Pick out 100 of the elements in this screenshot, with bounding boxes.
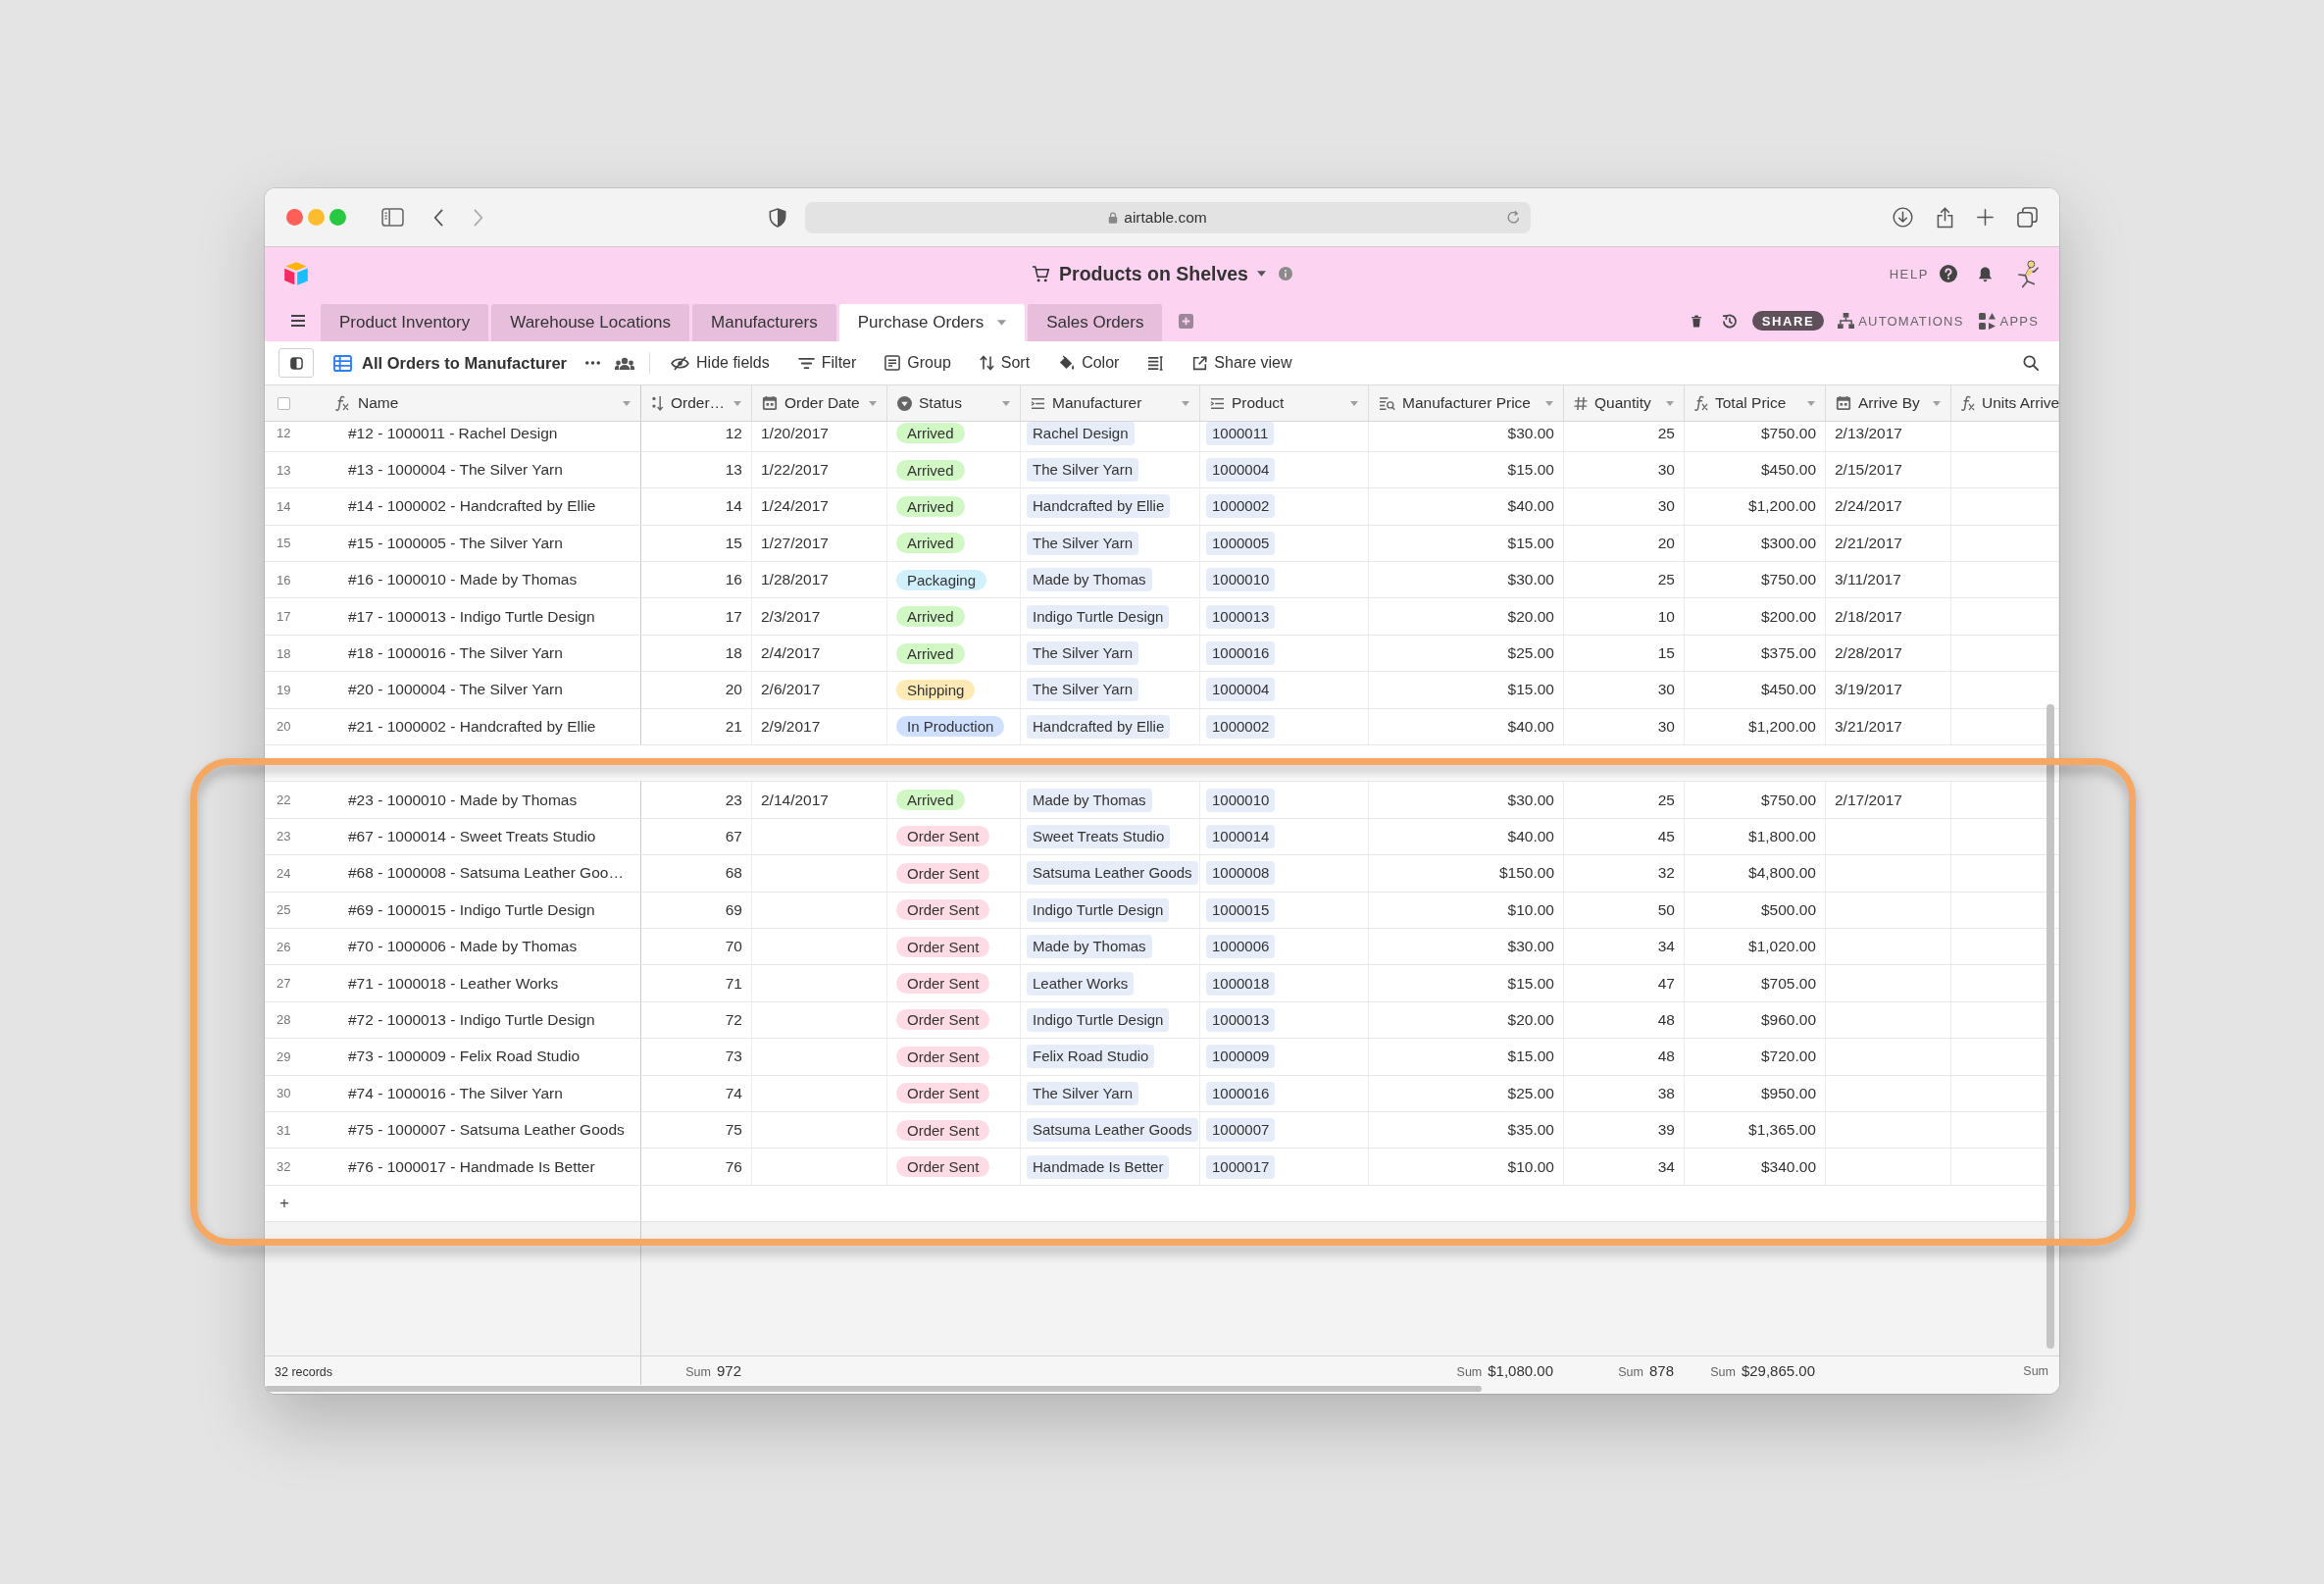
column-header[interactable]: Quantity [1564, 385, 1685, 421]
caret-icon[interactable] [623, 400, 631, 406]
bell-icon[interactable] [1977, 265, 1994, 282]
column-header[interactable]: Order… [641, 385, 752, 421]
record-chip[interactable]: 1000014 [1206, 825, 1276, 848]
record-chip[interactable]: 1000015 [1206, 897, 1276, 922]
horizontal-scrollbar[interactable] [265, 1386, 1482, 1392]
more-icon[interactable] [585, 361, 601, 365]
record-chip[interactable]: The Silver Yarn [1027, 458, 1138, 483]
caret-icon[interactable] [869, 400, 877, 406]
record-chip[interactable]: 1000017 [1206, 1154, 1276, 1179]
record-chip[interactable]: 1000004 [1206, 458, 1276, 483]
record-chip[interactable]: Handmade Is Better [1027, 1154, 1170, 1179]
record-chip[interactable]: 1000013 [1206, 604, 1276, 629]
record-chip[interactable]: 1000010 [1206, 568, 1276, 592]
info-icon[interactable] [1278, 267, 1292, 281]
record-chip[interactable]: Made by Thomas [1027, 568, 1152, 592]
base-title-button[interactable]: Products on Shelves [1059, 262, 1266, 285]
tabs-icon[interactable] [2017, 207, 2038, 228]
caret-icon[interactable] [1545, 400, 1553, 406]
record-chip[interactable]: 1000006 [1206, 935, 1276, 959]
group-button[interactable]: Group [884, 354, 951, 372]
record-chip[interactable]: 1000009 [1206, 1045, 1276, 1069]
view-name-button[interactable]: All Orders to Manufacturer [362, 353, 568, 373]
zoom-button[interactable] [329, 209, 346, 226]
record-chip[interactable]: 1000018 [1206, 971, 1276, 996]
caret-icon[interactable] [1350, 400, 1358, 406]
history-icon[interactable] [1720, 312, 1738, 330]
record-chip[interactable]: 1000004 [1206, 678, 1276, 702]
share-button[interactable]: SHARE [1751, 311, 1825, 331]
sidebar-toggle-button[interactable] [278, 348, 314, 378]
record-chip[interactable]: Indigo Turtle Design [1027, 897, 1170, 922]
record-chip[interactable]: Leather Works [1027, 971, 1135, 996]
column-header[interactable]: Name [335, 385, 640, 421]
record-chip[interactable]: Handcrafted by Ellie [1027, 714, 1171, 739]
share-view-button[interactable]: Share view [1192, 354, 1292, 372]
address-field[interactable]: airtable.com [805, 201, 1531, 233]
table-tab[interactable]: Warehouse Locations [491, 304, 690, 341]
sidebar-icon[interactable] [381, 208, 404, 227]
record-chip[interactable]: 1000011 [1206, 422, 1275, 445]
column-header[interactable]: Total Price [1685, 385, 1826, 421]
record-chip[interactable]: Indigo Turtle Design [1027, 604, 1170, 629]
record-chip[interactable]: 1000005 [1206, 531, 1276, 555]
apps-button[interactable]: APPS [1978, 312, 2039, 330]
column-header[interactable]: Units Arrive [1951, 385, 2059, 421]
add-table-icon[interactable] [1179, 313, 1194, 329]
record-chip[interactable]: Handcrafted by Ellie [1027, 494, 1171, 519]
people-icon[interactable] [615, 356, 635, 370]
logo-icon[interactable] [283, 261, 309, 286]
filter-button[interactable]: Filter [797, 354, 857, 372]
table-tab[interactable]: Manufacturers [692, 304, 836, 341]
column-header[interactable]: Order Date [752, 385, 887, 421]
record-chip[interactable]: Sweet Treats Studio [1027, 825, 1171, 848]
column-header[interactable]: Manufacturer [1021, 385, 1200, 421]
record-chip[interactable]: Made by Thomas [1027, 788, 1152, 812]
reload-icon[interactable] [1506, 210, 1521, 225]
column-header[interactable]: Arrive By [1826, 385, 1951, 421]
share-icon[interactable] [1937, 206, 1953, 229]
record-chip[interactable]: 1000002 [1206, 494, 1276, 519]
record-chip[interactable]: The Silver Yarn [1027, 1081, 1138, 1105]
vertical-scrollbar[interactable] [2046, 704, 2054, 1349]
caret-icon[interactable] [1933, 400, 1941, 406]
table-tab[interactable]: Product Inventory [321, 304, 489, 341]
automations-button[interactable]: AUTOMATIONS [1838, 313, 1964, 329]
hide-fields-button[interactable]: Hide fields [671, 354, 770, 372]
add-row-button[interactable]: + [279, 1193, 289, 1213]
caret-icon[interactable] [1666, 400, 1674, 406]
close-button[interactable] [286, 209, 303, 226]
select-all-checkbox[interactable] [278, 396, 290, 410]
record-chip[interactable]: The Silver Yarn [1027, 531, 1138, 555]
minimize-button[interactable] [308, 209, 325, 226]
back-icon[interactable] [433, 208, 443, 227]
record-chip[interactable]: The Silver Yarn [1027, 678, 1138, 702]
record-chip[interactable]: The Silver Yarn [1027, 641, 1138, 666]
search-icon[interactable] [2023, 355, 2039, 371]
help-button[interactable]: HELP [1889, 265, 1957, 282]
row-height-button[interactable] [1147, 355, 1165, 371]
column-header[interactable]: Status [887, 385, 1021, 421]
sort-button[interactable]: Sort [979, 354, 1031, 372]
record-chip[interactable]: Made by Thomas [1027, 935, 1152, 959]
record-chip[interactable]: 1000016 [1206, 641, 1276, 666]
record-chip[interactable]: 1000007 [1206, 1118, 1276, 1143]
caret-icon[interactable] [733, 400, 741, 406]
caret-icon[interactable] [1002, 400, 1010, 406]
color-button[interactable]: Color [1058, 354, 1120, 372]
forward-icon[interactable] [474, 208, 483, 227]
record-chip[interactable]: 1000016 [1206, 1081, 1276, 1105]
plus-icon[interactable] [1977, 209, 1994, 226]
download-icon[interactable] [1893, 207, 1913, 228]
record-chip[interactable]: 1000013 [1206, 1007, 1276, 1032]
record-chip[interactable]: 1000008 [1206, 861, 1276, 886]
record-chip[interactable]: Satsuma Leather Goods [1027, 861, 1198, 886]
record-chip[interactable]: 1000010 [1206, 788, 1276, 812]
shield-icon[interactable] [769, 207, 786, 228]
menu-icon[interactable] [291, 315, 305, 327]
record-chip[interactable]: Indigo Turtle Design [1027, 1007, 1170, 1032]
record-chip[interactable]: Felix Road Studio [1027, 1045, 1155, 1069]
caret-icon[interactable] [1807, 400, 1815, 406]
column-header[interactable]: Manufacturer Price [1369, 385, 1564, 421]
record-chip[interactable]: 1000002 [1206, 714, 1276, 739]
